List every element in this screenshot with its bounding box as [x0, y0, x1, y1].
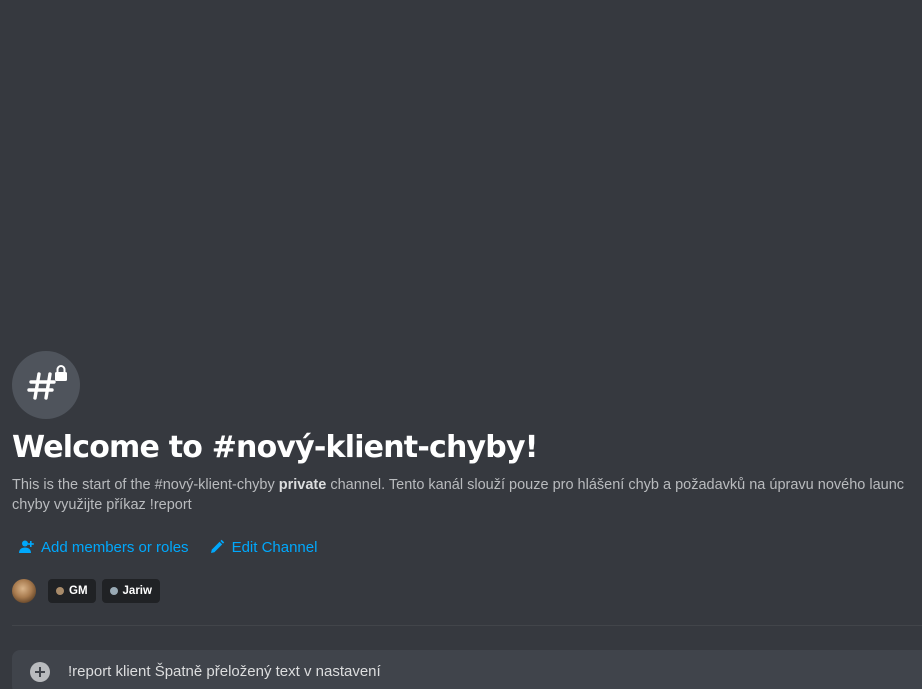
hashtag-lock-icon — [12, 351, 80, 419]
description-prefix: This is the start of the #nový-klient-ch… — [12, 477, 279, 493]
role-color-dot — [109, 587, 118, 595]
description-line-1: This is the start of the #nový-klient-ch… — [12, 475, 922, 495]
plus-circle-icon[interactable] — [30, 662, 50, 682]
add-members-label: Add members or roles — [41, 538, 189, 556]
welcome-title: Welcome to #nový-klient-chyby! — [12, 430, 538, 465]
description-suffix: channel. Tento kanál slouží pouze pro hl… — [326, 477, 905, 493]
message-composer[interactable]: !report klient Špatně přeložený text v n… — [12, 650, 922, 689]
edit-channel-button[interactable]: Edit Channel — [209, 538, 318, 556]
role-label: Jariw — [122, 585, 152, 597]
description-bold: private — [278, 477, 327, 493]
message-input[interactable]: !report klient Špatně přeložený text v n… — [68, 661, 381, 683]
chat-view: Welcome to #nový-klient-chyby! This is t… — [0, 0, 922, 689]
add-members-button[interactable]: Add members or roles — [18, 539, 189, 556]
user-avatar[interactable] — [12, 579, 36, 603]
pencil-icon — [210, 539, 224, 553]
role-pill-gm[interactable]: GM — [48, 579, 96, 603]
role-color-dot — [56, 587, 64, 595]
add-person-icon — [19, 540, 34, 553]
divider — [12, 625, 922, 626]
channel-description: This is the start of the #nový-klient-ch… — [12, 475, 922, 515]
description-line-2: chyby využijte příkaz !report — [12, 497, 192, 513]
edit-channel-label: Edit Channel — [231, 538, 318, 556]
role-label: GM — [69, 585, 88, 597]
channel-actions: Add members or roles Edit Channel — [18, 536, 337, 558]
member-list: GM Jariw — [12, 578, 166, 604]
role-pill-jariw[interactable]: Jariw — [101, 579, 160, 603]
